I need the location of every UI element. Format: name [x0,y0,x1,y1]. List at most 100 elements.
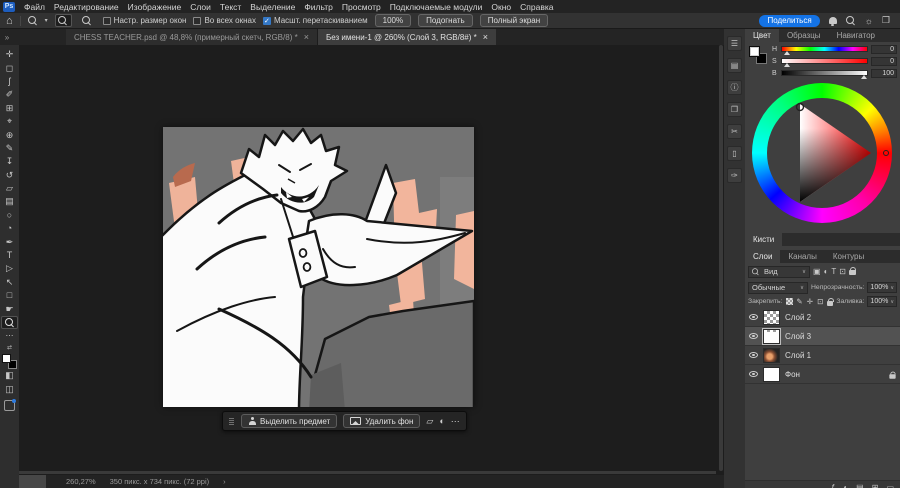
more-options-icon[interactable]: ⋯ [451,416,460,427]
resize-windows-checkbox[interactable]: Настр. размер окон [102,16,186,25]
layer-thumbnail[interactable] [763,347,780,363]
adjustments-icon[interactable]: ◐ [439,416,444,426]
layer-name[interactable]: Слой 2 [785,313,811,322]
layer-visibility-eye-icon[interactable] [749,352,758,358]
lock-position-icon[interactable]: ✛ [806,297,813,306]
eraser-tool[interactable]: ▱ [1,182,18,195]
status-chevron-icon[interactable]: › [223,477,226,486]
notifications-bell-icon[interactable] [828,17,837,26]
menu-type[interactable]: Текст [220,2,241,12]
zoom-tool-icon[interactable] [27,15,38,26]
menu-image[interactable]: Изображение [128,2,182,12]
layer-row-sloy-2[interactable]: Слой 2 [745,308,900,327]
saturation-triangle[interactable] [767,98,877,208]
brush-tool[interactable]: ✎ [1,142,18,155]
remove-background-button[interactable]: Удалить фон [343,414,421,428]
layer-visibility-eye-icon[interactable] [749,333,758,339]
layer-row-sloy-3-selected[interactable]: Слой 3 [745,327,900,346]
pen-tool[interactable]: ✒ [1,235,18,248]
lock-pixels-icon[interactable]: ✎ [796,297,803,306]
move-tool[interactable]: ✛ [1,48,18,61]
document-tab-untitled[interactable]: Без имени-1 @ 260% (Слой 3, RGB/8#) * × [317,29,497,45]
quick-mask-button[interactable]: ◧ [1,369,18,382]
hue-slider-handle[interactable] [784,51,790,55]
layer-visibility-eye-icon[interactable] [749,371,758,377]
document-tab-chess-teacher[interactable]: CHESS TEACHER.psd @ 48,8% (примерный ске… [66,29,318,45]
gradient-tool[interactable]: ▤ [1,195,18,208]
hand-tool[interactable]: ☛ [1,302,18,315]
tab-layers[interactable]: Слои [745,250,781,263]
saturation-value-field[interactable]: 0 [871,56,897,66]
adjustment-layer-icon[interactable]: ◐ [843,483,848,488]
hue-ring-selector[interactable] [883,150,889,156]
dodge-tool[interactable]: ◔ [1,222,18,235]
layer-name[interactable]: Фон [785,370,800,379]
brightness-slider[interactable] [781,70,868,79]
menu-edit[interactable]: Редактирование [54,2,119,12]
background-lock-icon[interactable] [889,370,896,379]
swap-colors-icon[interactable]: ⇄ [7,344,12,351]
close-tab-icon[interactable]: × [483,32,488,42]
fullscreen-button[interactable]: Полный экран [479,14,549,27]
layer-name[interactable]: Слой 3 [785,332,811,341]
menu-help[interactable]: Справка [520,2,553,12]
share-button[interactable]: Поделиться [759,14,820,27]
layer-thumbnail[interactable] [763,366,780,382]
scrubby-zoom-checkbox[interactable]: ✓ Масшт. перетаскиванием [262,16,368,25]
artboard-canvas[interactable] [157,127,476,413]
filter-smart-objects-icon[interactable] [849,266,856,275]
zoom-level-field[interactable]: 260,27% [66,477,96,486]
screen-mode-button[interactable]: ◫ [1,383,18,396]
snapping-panel-icon[interactable]: ✂ [727,124,742,139]
delete-layer-icon[interactable]: ▭ [886,483,894,488]
layer-thumbnail[interactable] [763,309,780,325]
menu-filter[interactable]: Фильтр [304,2,333,12]
zoom-out-button[interactable] [79,14,96,27]
layer-thumbnail[interactable] [762,327,781,345]
menu-layers[interactable]: Слои [190,2,211,12]
info-panel-icon[interactable]: ⓘ [727,80,742,95]
hue-ring[interactable] [752,83,892,223]
shape-tool[interactable]: □ [1,289,18,302]
eyedropper-tool[interactable]: ⌖ [1,115,18,128]
panel-color-swatches[interactable] [749,46,767,64]
crop-tool[interactable]: ⊞ [1,102,18,115]
tab-color[interactable]: Цвет [745,29,779,42]
layer-effects-fx-icon[interactable]: ƒ [831,483,835,488]
lock-all-icon[interactable] [826,297,835,306]
menu-window[interactable]: Окно [491,2,511,12]
brightness-value-field[interactable]: 100 [871,68,897,78]
tab-brushes[interactable]: Кисти [745,233,783,246]
blur-tool[interactable]: ○ [1,209,18,222]
filter-type-layers-icon[interactable]: T [831,267,836,276]
libraries-panel-icon[interactable]: ▤ [727,58,742,73]
saturation-slider-handle[interactable] [784,63,790,67]
hue-value-field[interactable]: 0 [871,44,897,54]
edit-in-app-icon[interactable] [4,398,16,411]
tab-channels[interactable]: Каналы [780,250,824,263]
new-layer-icon[interactable]: ⊞ [872,483,879,488]
menu-plugins[interactable]: Подключаемые модули [390,2,483,12]
vertical-scrollbar[interactable] [719,45,723,471]
filter-adjustment-layers-icon[interactable]: ◐ [824,267,829,276]
layer-name[interactable]: Слой 1 [785,351,811,360]
lock-artboard-icon[interactable]: ⊡ [817,297,824,306]
hue-slider[interactable] [781,46,868,55]
menu-file[interactable]: Файл [24,2,45,12]
history-brush-tool[interactable]: ↺ [1,169,18,182]
canvas-area[interactable]: Выделить предмет Удалить фон ▱ ◐ ⋯ 260,2… [19,45,724,488]
tool-presets-panel-icon[interactable]: ✑ [727,168,742,183]
filter-shape-layers-icon[interactable]: ⊡ [839,267,846,276]
clone-stamp-tool[interactable]: ↧ [1,155,18,168]
fit-screen-button[interactable]: Подогнать [418,14,473,27]
zoom-in-button[interactable] [54,14,72,27]
path-select-tool[interactable]: ▷ [1,262,18,275]
tab-paths[interactable]: Контуры [825,250,872,263]
zoom-all-windows-checkbox[interactable]: Во всех окнах [193,16,256,25]
notes-panel-icon[interactable]: ▯ [727,146,742,161]
layer-group-icon[interactable]: ▤ [856,483,864,488]
layer-filter-dropdown[interactable]: Вид [748,265,810,278]
lock-transparency-icon[interactable] [785,298,793,306]
layer-row-sloy-1[interactable]: Слой 1 [745,346,900,365]
home-icon[interactable]: ⌂ [6,15,13,26]
